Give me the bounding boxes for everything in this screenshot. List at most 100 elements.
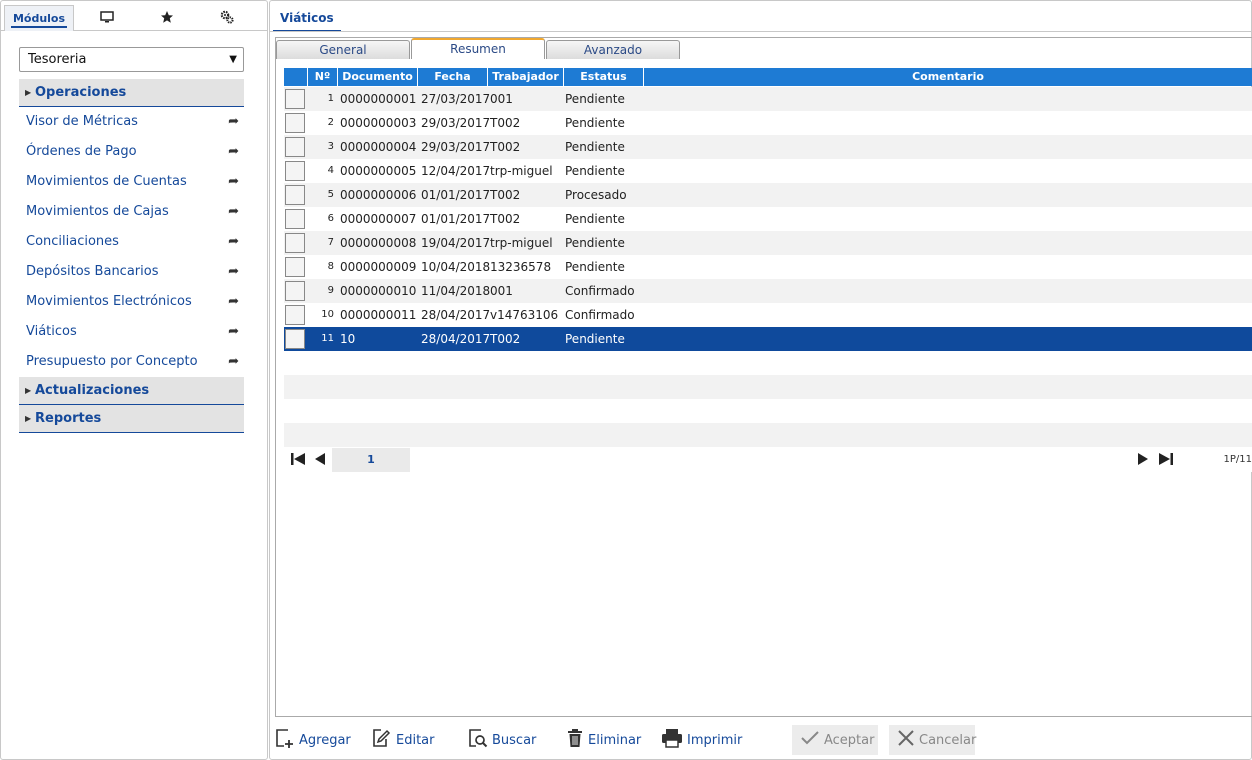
cell-documento: 0000000003 (340, 116, 417, 130)
menu-item-label: Órdenes de Pago (26, 144, 137, 159)
subtab-resumen[interactable]: Resumen (411, 38, 545, 59)
delete-button-label: Eliminar (588, 732, 642, 748)
edit-button[interactable]: Editar (372, 725, 435, 755)
row-checkbox[interactable] (285, 161, 305, 181)
empty-row (284, 423, 1252, 447)
menu-item-visor-metricas[interactable]: Visor de Métricas ➦ (26, 107, 241, 137)
menu-item-movimientos-cuentas[interactable]: Movimientos de Cuentas ➦ (26, 167, 241, 197)
section-reportes-label: Reportes (35, 411, 102, 426)
edit-icon (372, 727, 396, 753)
cell-numero: 7 (327, 237, 334, 248)
main-panel: Viáticos General Resumen Avanzado Nº Doc… (269, 0, 1252, 760)
share-arrow-icon: ➦ (228, 264, 239, 279)
page-number[interactable]: 1 (332, 448, 410, 472)
last-page-icon[interactable] (1158, 452, 1174, 470)
section-actualizaciones-label: Actualizaciones (35, 383, 150, 398)
first-page-icon[interactable] (290, 452, 306, 470)
row-checkbox[interactable] (285, 233, 305, 253)
row-checkbox[interactable] (285, 305, 305, 325)
cell-numero: 2 (327, 117, 334, 128)
menu-item-depositos-bancarios[interactable]: Depósitos Bancarios ➦ (26, 257, 241, 287)
cell-numero: 10 (321, 309, 334, 320)
row-checkbox[interactable] (285, 209, 305, 229)
cell-numero: 6 (327, 213, 334, 224)
cell-estatus: Pendiente (565, 92, 625, 106)
module-select[interactable]: Tesoreria ▼ (19, 47, 244, 72)
row-checkbox[interactable] (285, 281, 305, 301)
add-button[interactable]: Agregar (275, 725, 351, 755)
prev-page-icon[interactable] (314, 452, 326, 470)
tab-settings[interactable] (197, 5, 257, 31)
header-select-all[interactable] (284, 68, 308, 86)
table-row[interactable]: 2 0000000003 29/03/2017 T002 Pendiente (284, 111, 1252, 135)
cell-documento: 0000000010 (340, 284, 417, 298)
column-header-comentario[interactable]: Comentario (644, 68, 1252, 86)
cancel-button[interactable]: Cancelar (889, 725, 976, 755)
row-checkbox[interactable] (285, 329, 305, 349)
table-row[interactable]: 6 0000000007 01/01/2017 T002 Pendiente (284, 207, 1252, 231)
table-row[interactable]: 7 0000000008 19/04/2017 trp-miguel Pendi… (284, 231, 1252, 255)
column-header-documento[interactable]: Documento (338, 68, 418, 86)
cell-estatus: Pendiente (565, 212, 625, 226)
section-operaciones[interactable]: ▶ Operaciones (19, 79, 244, 107)
share-arrow-icon: ➦ (228, 354, 239, 369)
table-row[interactable]: 4 0000000005 12/04/2017 trp-miguel Pendi… (284, 159, 1252, 183)
column-header-fecha[interactable]: Fecha (418, 68, 488, 86)
menu-item-conciliaciones[interactable]: Conciliaciones ➦ (26, 227, 241, 257)
tab-monitor[interactable] (77, 5, 137, 31)
table-row-selected[interactable]: 11 10 28/04/2017 T002 Pendiente (284, 327, 1252, 351)
tab-favorites[interactable] (137, 5, 197, 31)
table-row[interactable]: 5 0000000006 01/01/2017 T002 Procesado (284, 183, 1252, 207)
menu-item-presupuesto-concepto[interactable]: Presupuesto por Concepto ➦ (26, 347, 241, 377)
cell-numero: 5 (327, 189, 334, 200)
accept-button[interactable]: Aceptar (792, 725, 878, 755)
menu-item-label: Presupuesto por Concepto (26, 354, 198, 369)
menu-item-viaticos[interactable]: Viáticos ➦ (26, 317, 241, 347)
cell-estatus: Confirmado (565, 308, 635, 322)
cell-fecha: 01/01/2017 (421, 212, 491, 226)
checkmark-icon (800, 730, 824, 750)
row-checkbox[interactable] (285, 113, 305, 133)
cell-documento: 0000000008 (340, 236, 417, 250)
share-arrow-icon: ➦ (228, 114, 239, 129)
cell-fecha: 29/03/2017 (421, 116, 491, 130)
section-actualizaciones[interactable]: ▶ Actualizaciones (19, 377, 244, 405)
row-checkbox[interactable] (285, 257, 305, 277)
subtab-general[interactable]: General (276, 40, 410, 59)
table-row[interactable]: 1 0000000001 27/03/2017 001 Pendiente (284, 87, 1252, 111)
tab-modulos[interactable]: Módulos (4, 5, 74, 31)
menu-item-movimientos-cajas[interactable]: Movimientos de Cajas ➦ (26, 197, 241, 227)
search-icon (468, 727, 492, 753)
row-checkbox[interactable] (285, 185, 305, 205)
column-header-numero[interactable]: Nº (308, 68, 338, 86)
table-row[interactable]: 10 0000000011 28/04/2017 v14763106 Confi… (284, 303, 1252, 327)
cell-trabajador: v14763106 (490, 308, 559, 322)
share-arrow-icon: ➦ (228, 234, 239, 249)
row-checkbox[interactable] (285, 89, 305, 109)
table-row[interactable]: 9 0000000010 11/04/2018 001 Confirmado (284, 279, 1252, 303)
cell-fecha: 11/04/2018 (421, 284, 491, 298)
tab-modulos-label: Módulos (12, 12, 66, 25)
cell-fecha: 29/03/2017 (421, 140, 491, 154)
row-checkbox[interactable] (285, 137, 305, 157)
delete-button[interactable]: Eliminar (566, 725, 641, 755)
column-header-trabajador[interactable]: Trabajador (488, 68, 564, 86)
menu-item-ordenes-pago[interactable]: Órdenes de Pago ➦ (26, 137, 241, 167)
cell-fecha: 28/04/2017 (421, 308, 491, 322)
column-header-estatus[interactable]: Estatus (564, 68, 644, 86)
table-row[interactable]: 3 0000000004 29/03/2017 T002 Pendiente (284, 135, 1252, 159)
print-button[interactable]: Imprimir (661, 725, 742, 755)
menu-item-label: Viáticos (26, 324, 77, 339)
subtab-avanzado[interactable]: Avanzado (546, 40, 680, 59)
menu-item-movimientos-electronicos[interactable]: Movimientos Electrónicos ➦ (26, 287, 241, 317)
search-button[interactable]: Buscar (468, 725, 536, 755)
table-row[interactable]: 8 0000000009 10/04/2018 13236578 Pendien… (284, 255, 1252, 279)
section-reportes[interactable]: ▶ Reportes (19, 405, 244, 433)
next-page-icon[interactable] (1137, 452, 1149, 470)
cell-documento: 0000000001 (340, 92, 417, 106)
cell-estatus: Pendiente (565, 116, 625, 130)
cell-numero: 11 (321, 333, 334, 344)
tab-viaticos[interactable]: Viáticos (273, 6, 341, 32)
cell-estatus: Pendiente (565, 236, 625, 250)
close-icon (897, 729, 919, 751)
